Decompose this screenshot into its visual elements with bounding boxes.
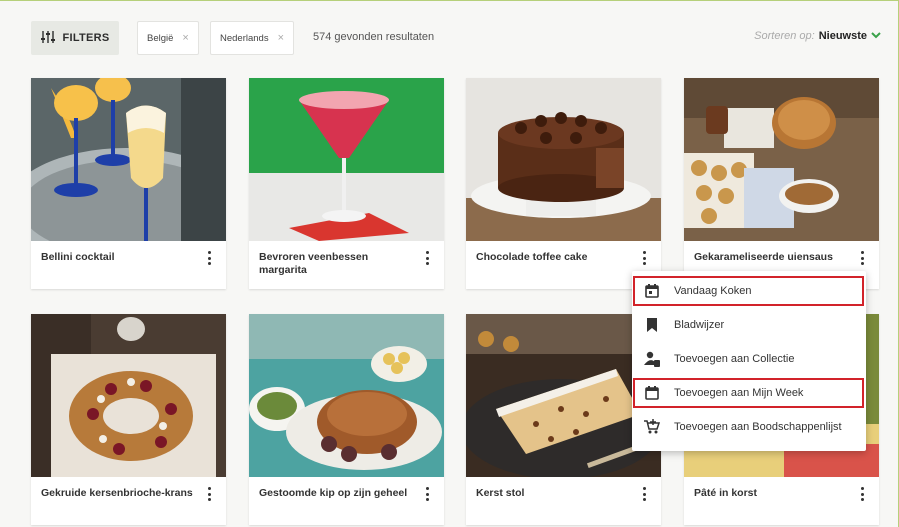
recipe-title-text: Bellini cocktail: [41, 251, 115, 263]
toolbar: FILTERS België × Nederlands × 574 gevond…: [31, 21, 881, 55]
menu-item-bladwijzer[interactable]: Bladwijzer: [632, 308, 866, 342]
recipe-title-text: Pâté in korst: [694, 487, 758, 499]
recipe-image[interactable]: [249, 78, 444, 241]
close-icon[interactable]: ×: [182, 32, 188, 44]
sliders-icon: [40, 30, 56, 47]
calendar-week-icon: [644, 385, 660, 401]
recipe-card[interactable]: Bellini cocktail: [31, 78, 226, 289]
recipe-title: Pâté in korst: [684, 477, 879, 525]
menu-item-label: Toevoegen aan Mijn Week: [674, 387, 804, 399]
recipe-title: Gekruide kersenbrioche-krans: [31, 477, 226, 525]
filters-button[interactable]: FILTERS: [31, 21, 119, 55]
more-vertical-icon[interactable]: [641, 251, 647, 265]
menu-item-boodschappenlijst[interactable]: Toevoegen aan Boodschappenlijst: [632, 410, 866, 444]
chevron-down-icon: [871, 31, 881, 42]
recipe-title: Bellini cocktail: [31, 241, 226, 289]
sort-value: Nieuwste: [818, 30, 867, 42]
more-vertical-icon[interactable]: [424, 487, 430, 501]
recipe-image[interactable]: [31, 314, 226, 477]
collection-icon: [644, 351, 660, 367]
recipe-image[interactable]: [31, 78, 226, 241]
recipe-title: Gestoomde kip op zijn geheel: [249, 477, 444, 525]
menu-item-label: Vandaag Koken: [674, 285, 752, 297]
sort-label: Sorteren op:: [754, 30, 815, 42]
more-vertical-icon[interactable]: [859, 487, 865, 501]
filter-chip-country[interactable]: België ×: [137, 21, 199, 55]
bookmark-icon: [644, 317, 660, 333]
recipe-title-text: Gekruide kersenbrioche-krans: [41, 487, 193, 499]
recipe-context-menu: Vandaag Koken Bladwijzer Toevoegen aan C…: [632, 271, 866, 451]
recipe-card[interactable]: Gekruide kersenbrioche-krans: [31, 314, 226, 525]
recipe-title: Kerst stol: [466, 477, 661, 525]
filters-label: FILTERS: [62, 32, 110, 44]
recipe-image[interactable]: [466, 78, 661, 241]
recipe-title-text: Gekarameliseerde uiensaus: [694, 251, 833, 263]
more-vertical-icon[interactable]: [206, 251, 212, 265]
recipe-title-text: Kerst stol: [476, 487, 525, 499]
recipe-card[interactable]: Gekarameliseerde uiensaus: [684, 78, 879, 289]
close-icon[interactable]: ×: [278, 32, 284, 44]
recipe-browser: FILTERS België × Nederlands × 574 gevond…: [0, 0, 899, 527]
recipe-card[interactable]: Bevroren veenbessen margarita: [249, 78, 444, 289]
recipe-title-text: Gestoomde kip op zijn geheel: [259, 487, 408, 499]
recipe-image[interactable]: [249, 314, 444, 477]
menu-item-label: Toevoegen aan Boodschappenlijst: [674, 421, 842, 433]
menu-item-label: Toevoegen aan Collectie: [674, 353, 795, 365]
more-vertical-icon[interactable]: [641, 487, 647, 501]
recipe-image[interactable]: [684, 78, 879, 241]
menu-item-vandaag-koken[interactable]: Vandaag Koken: [632, 274, 866, 308]
menu-item-label: Bladwijzer: [674, 319, 725, 331]
recipe-card[interactable]: Gestoomde kip op zijn geheel: [249, 314, 444, 525]
more-vertical-icon[interactable]: [206, 487, 212, 501]
more-vertical-icon[interactable]: [424, 251, 430, 265]
calendar-today-icon: [644, 283, 660, 299]
filter-chip-language[interactable]: Nederlands ×: [210, 21, 295, 55]
chip-label: Nederlands: [220, 32, 269, 44]
recipe-title: Bevroren veenbessen margarita: [249, 241, 444, 289]
cart-add-icon: [644, 419, 660, 435]
recipe-title-text: Bevroren veenbessen margarita: [259, 251, 369, 276]
chip-label: België: [147, 32, 174, 44]
recipe-card[interactable]: Chocolade toffee cake: [466, 78, 661, 289]
recipe-title-text: Chocolade toffee cake: [476, 251, 588, 263]
more-vertical-icon[interactable]: [859, 251, 865, 265]
sort-dropdown[interactable]: Sorteren op: Nieuwste: [754, 30, 881, 42]
results-count: 574 gevonden resultaten: [313, 31, 435, 43]
menu-item-collectie[interactable]: Toevoegen aan Collectie: [632, 342, 866, 376]
menu-item-mijn-week[interactable]: Toevoegen aan Mijn Week: [632, 376, 866, 410]
